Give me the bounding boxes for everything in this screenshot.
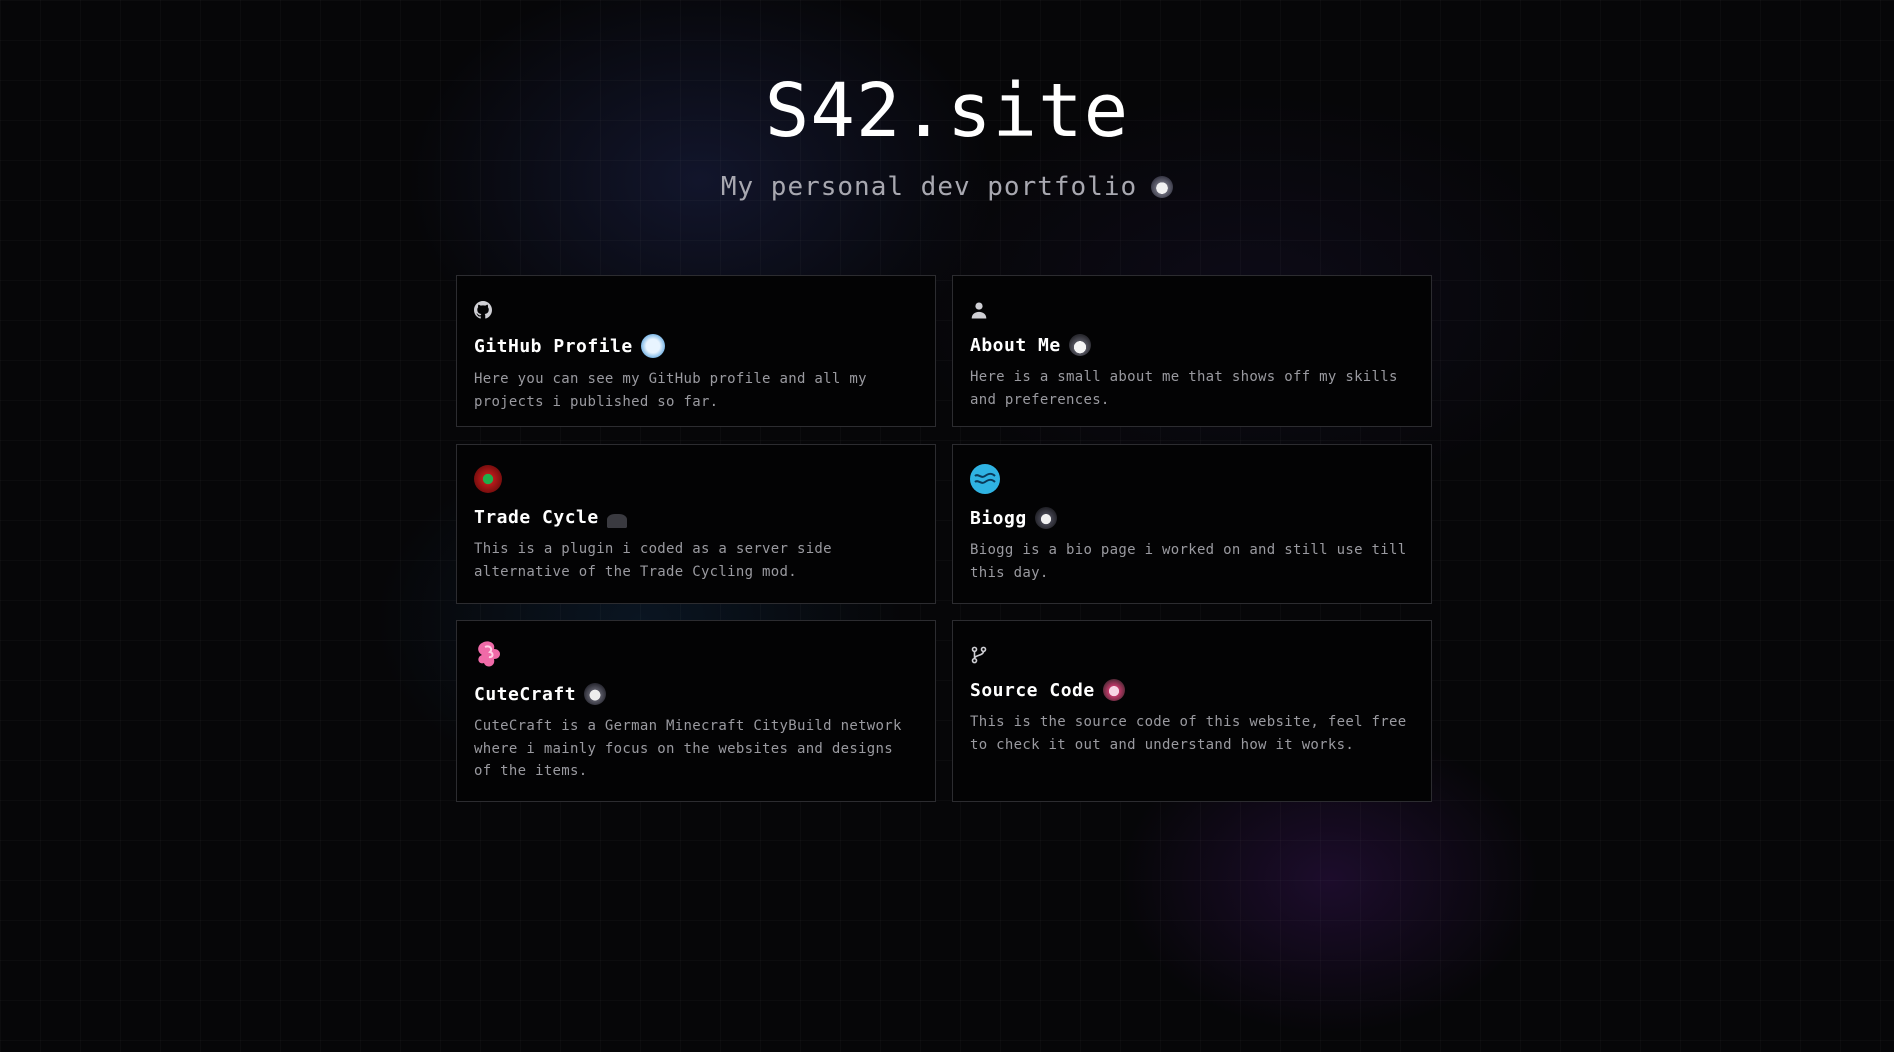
card-description: This is the source code of this website,…	[970, 714, 1407, 753]
card-github-profile[interactable]: GitHub Profile Here you can see my GitHu…	[456, 275, 936, 427]
card-description: Biogg is a bio page i worked on and stil…	[970, 542, 1407, 581]
card-cutecraft[interactable]: CuteCraft CuteCraft is a German Minecraf…	[456, 620, 936, 802]
github-icon	[474, 292, 918, 328]
header: S42.site My personal dev portfolio	[0, 68, 1894, 202]
cat-emoji-icon	[640, 334, 665, 358]
biogg-logo-icon	[970, 461, 1414, 497]
user-icon	[970, 292, 1414, 328]
site-title: S42.site	[764, 68, 1130, 154]
card-trade-cycle[interactable]: Trade Cycle This is a plugin i coded as …	[456, 444, 936, 604]
card-title: GitHub Profile	[474, 334, 918, 358]
card-description: Here is a small about me that shows off …	[970, 369, 1398, 408]
subtitle: My personal dev portfolio	[720, 172, 1174, 202]
cutecraft-logo-icon	[474, 637, 918, 673]
card-title-text: Trade Cycle	[474, 507, 599, 528]
card-title-text: About Me	[970, 334, 1061, 356]
bear-emoji-icon	[584, 683, 607, 705]
subtitle-text: My personal dev portfolio	[720, 172, 1138, 202]
card-description: This is a plugin i coded as a server sid…	[474, 541, 832, 580]
card-description: CuteCraft is a German Minecraft CityBuil…	[474, 718, 902, 779]
card-title: CuteCraft	[474, 683, 918, 705]
trade-cycle-logo-icon	[474, 461, 918, 497]
card-title-text: Biogg	[970, 507, 1027, 529]
card-title: Source Code	[970, 679, 1414, 701]
card-source-code[interactable]: Source Code This is the source code of t…	[952, 620, 1432, 802]
card-title: Biogg	[970, 507, 1414, 529]
pixel-character-emoji-icon	[1102, 679, 1125, 701]
card-title-text: Source Code	[970, 679, 1095, 701]
card-title-text: CuteCraft	[474, 683, 577, 705]
card-about-me[interactable]: About Me Here is a small about me that s…	[952, 275, 1432, 427]
penguin-emoji-icon	[1068, 334, 1091, 356]
git-branch-icon	[970, 637, 1414, 673]
card-biogg[interactable]: Biogg Biogg is a bio page i worked on an…	[952, 444, 1432, 604]
hat-emoji-icon	[606, 513, 627, 528]
card-title-text: GitHub Profile	[474, 335, 633, 357]
bear-emoji-icon	[1151, 176, 1174, 198]
card-title: Trade Cycle	[474, 507, 918, 528]
raccoon-emoji-icon	[1034, 507, 1057, 529]
card-description: Here you can see my GitHub profile and a…	[474, 371, 867, 410]
card-title: About Me	[970, 334, 1414, 356]
